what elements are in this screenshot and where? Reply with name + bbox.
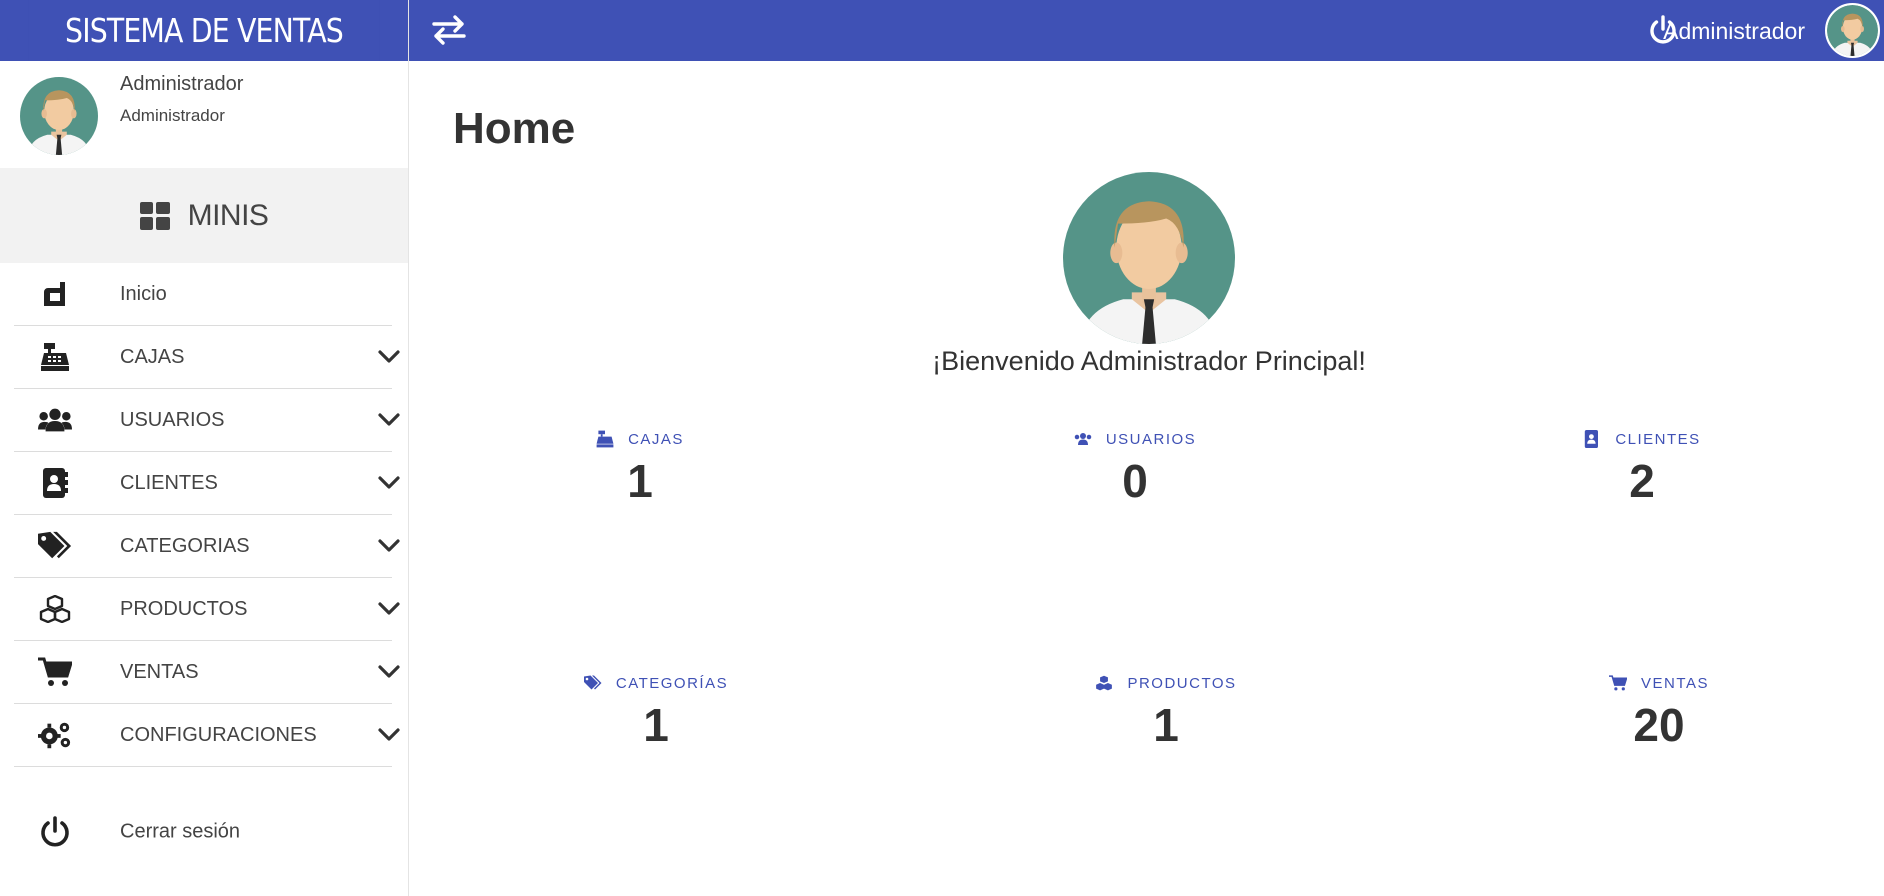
stat-value: 20 [1633, 699, 1685, 751]
cash-register-icon [596, 430, 614, 448]
sidebar-item-label: CAJAS [120, 345, 185, 368]
stat-label: CAJAS [628, 430, 684, 448]
stat-value: 0 [1122, 455, 1148, 507]
stat-label: CATEGORÍAS [615, 674, 729, 692]
stat-value: 1 [627, 455, 653, 507]
chevron-down-icon[interactable] [378, 476, 400, 490]
welcome-message: ¡Bienvenido Administrador Principal! [932, 346, 1366, 376]
cubes-icon [1096, 675, 1113, 691]
stat-categorias[interactable]: CATEGORÍAS 1 [506, 674, 806, 752]
sidebar-item-usuarios[interactable]: USUARIOS [14, 389, 392, 452]
avatar [20, 77, 98, 155]
stat-value: 1 [643, 699, 669, 751]
users-icon [38, 405, 72, 435]
top-bar: Administrador [409, 0, 1884, 61]
brand-title[interactable]: SISTEMA DE VENTAS [28, 0, 380, 61]
stat-usuarios[interactable]: USUARIOS 0 [985, 430, 1285, 508]
tags-icon [583, 675, 602, 690]
sidebar-item-cajas[interactable]: CAJAS [14, 326, 392, 389]
avatar [1063, 172, 1235, 344]
brand-bar: SISTEMA DE VENTAS [0, 0, 408, 61]
sidebar-user-role: Administrador [120, 106, 225, 125]
sidebar-item-label: CATEGORIAS [120, 534, 250, 557]
cogs-icon [38, 720, 72, 750]
chevron-down-icon[interactable] [378, 602, 400, 616]
sidebar-item-clientes[interactable]: CLIENTES [14, 452, 392, 515]
sidebar-section-label: MINIS [187, 198, 269, 232]
users-icon [1074, 433, 1092, 445]
shopping-cart-icon [1609, 675, 1628, 691]
stat-label: USUARIOS [1105, 430, 1197, 448]
swap-icon[interactable] [431, 14, 467, 46]
power-icon [41, 815, 69, 846]
dashboard-grid-icon [139, 201, 170, 230]
sidebar-item-inicio[interactable]: Inicio [14, 263, 392, 326]
sidebar-item-productos[interactable]: PRODUCTOS [14, 578, 392, 641]
sidebar-item-label: Inicio [120, 282, 167, 305]
stat-cajas[interactable]: CAJAS 1 [490, 430, 790, 508]
cash-register-icon [38, 342, 72, 372]
stat-label: CLIENTES [1615, 430, 1701, 448]
stat-productos[interactable]: PRODUCTOS 1 [1016, 674, 1316, 752]
sidebar-item-label: CLIENTES [120, 471, 218, 494]
chevron-down-icon[interactable] [378, 728, 400, 742]
address-book-icon [38, 468, 72, 498]
stat-clientes[interactable]: CLIENTES 2 [1492, 430, 1792, 508]
sidebar-menu: Inicio CAJAS USUARIOS CLIENTES CATEGORIA… [0, 263, 408, 767]
sidebar-item-label: VENTAS [120, 660, 199, 683]
avatar[interactable] [1825, 3, 1880, 58]
sidebar-item-label: CONFIGURACIONES [120, 723, 317, 746]
stat-value: 1 [1153, 699, 1179, 751]
topbar-user-name[interactable]: Administrador [1663, 18, 1805, 45]
chevron-down-icon[interactable] [378, 665, 400, 679]
chevron-down-icon[interactable] [378, 539, 400, 553]
sidebar-item-configuraciones[interactable]: CONFIGURACIONES [14, 704, 392, 767]
sidebar-item-categorias[interactable]: CATEGORIAS [14, 515, 392, 578]
sidebar-section-minis[interactable]: MINIS [0, 168, 408, 263]
chevron-down-icon[interactable] [378, 350, 400, 364]
tags-icon [38, 531, 72, 561]
sidebar: SISTEMA DE VENTAS Administrador Administ… [0, 0, 409, 896]
sidebar-item-ventas[interactable]: VENTAS [14, 641, 392, 704]
stat-label: VENTAS [1641, 674, 1709, 692]
sidebar-item-label: USUARIOS [120, 408, 225, 431]
cubes-icon [38, 594, 72, 624]
stat-label: PRODUCTOS [1127, 674, 1237, 692]
sidebar-user-name: Administrador [120, 73, 244, 95]
sidebar-user-panel: Administrador Administrador [0, 61, 408, 168]
stat-ventas[interactable]: VENTAS 20 [1509, 674, 1809, 752]
home-icon [38, 279, 72, 309]
logout-label: Cerrar sesión [120, 820, 241, 842]
chevron-down-icon[interactable] [378, 413, 400, 427]
logout-link[interactable]: Cerrar sesión [14, 800, 394, 863]
sidebar-item-label: PRODUCTOS [120, 597, 248, 620]
stat-value: 2 [1629, 455, 1655, 507]
shopping-cart-icon [38, 657, 72, 687]
address-book-icon [1585, 430, 1599, 448]
page-title: Home [453, 104, 576, 153]
